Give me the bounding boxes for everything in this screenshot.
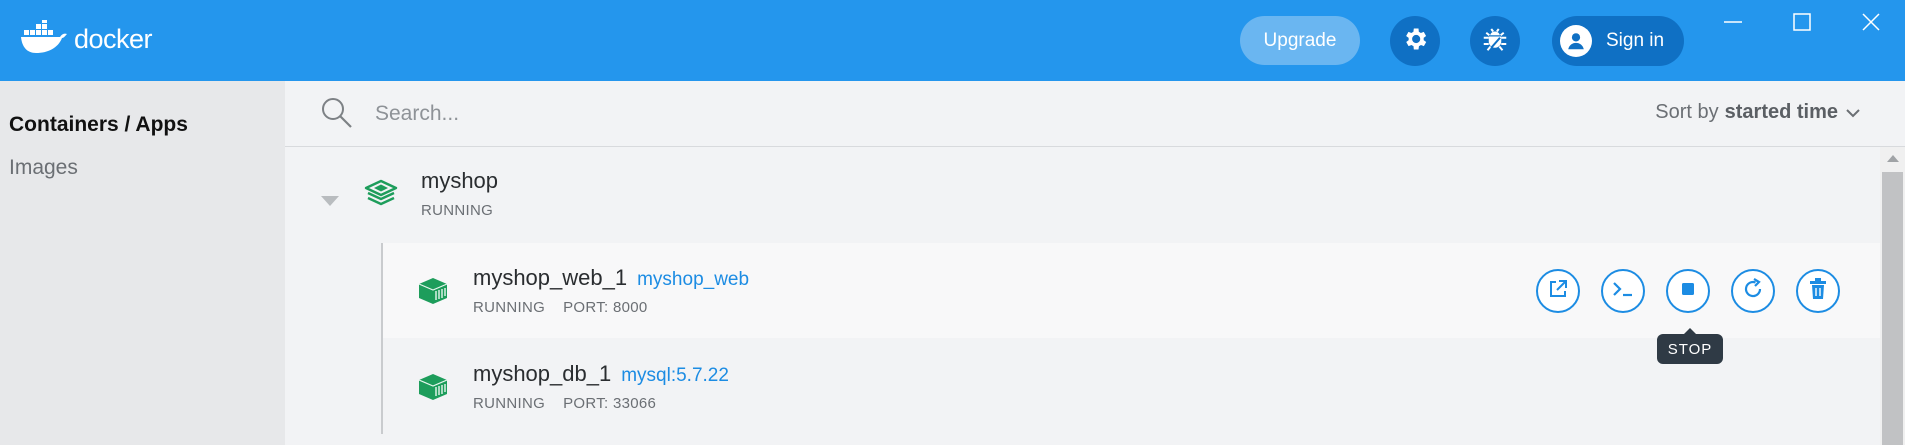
app-row-myshop[interactable]: myshop RUNNING: [285, 147, 1880, 242]
maximize-button[interactable]: [1782, 10, 1822, 38]
minimize-icon: [1724, 13, 1742, 36]
container-name: myshop_db_1: [473, 361, 612, 386]
gear-icon: [1401, 25, 1429, 58]
container-port: PORT: 8000: [563, 299, 648, 316]
sort-prefix: Sort by: [1655, 101, 1719, 123]
open-in-browser-button[interactable]: [1536, 269, 1580, 313]
docker-whale-icon: [20, 18, 68, 59]
search-input[interactable]: [373, 95, 977, 133]
container-row-myshop-web-1[interactable]: myshop_web_1 myshop_web RUNNING PORT: 8000: [383, 243, 1880, 338]
container-row-myshop-db-1[interactable]: myshop_db_1 mysql:5.7.22 RUNNING PORT: 330…: [383, 339, 1880, 434]
minimize-button[interactable]: [1713, 10, 1753, 38]
delete-button[interactable]: [1796, 269, 1840, 313]
trash-icon: [1808, 277, 1828, 305]
app-status: RUNNING: [421, 202, 494, 219]
sidebar-item-containers-apps[interactable]: Containers / Apps: [9, 113, 188, 137]
cli-icon: [1611, 280, 1635, 303]
stack-icon: [364, 179, 398, 214]
close-button[interactable]: [1851, 10, 1891, 38]
container-image-link[interactable]: mysql:5.7.22: [621, 365, 729, 386]
container-name-row: myshop_db_1 mysql:5.7.22: [473, 361, 729, 387]
restart-button[interactable]: [1731, 269, 1775, 313]
stop-icon: [1681, 282, 1695, 301]
user-icon: [1560, 25, 1592, 57]
upgrade-button[interactable]: Upgrade: [1240, 16, 1360, 65]
stop-tooltip: STOP: [1657, 328, 1723, 364]
troubleshoot-button[interactable]: [1470, 16, 1520, 66]
title-bar: docker Upgrade Sign in: [0, 0, 1905, 81]
cli-button[interactable]: [1601, 269, 1645, 313]
container-meta: RUNNING PORT: 8000: [473, 299, 648, 316]
docker-logo: docker: [20, 18, 153, 59]
container-status: RUNNING: [473, 395, 546, 412]
container-icon: [418, 277, 448, 310]
open-browser-icon: [1547, 278, 1569, 305]
restart-icon: [1741, 277, 1765, 306]
app-name: myshop: [421, 168, 499, 193]
scrollbar-thumb[interactable]: [1882, 172, 1903, 445]
logo-text: docker: [74, 24, 153, 54]
container-meta: RUNNING PORT: 33066: [473, 395, 656, 412]
search-bar: Sort by started time: [285, 81, 1905, 147]
settings-button[interactable]: [1390, 16, 1440, 66]
bug-icon: [1480, 24, 1510, 59]
search-icon: [320, 96, 354, 135]
sort-dropdown[interactable]: Sort by started time: [1655, 101, 1860, 124]
chevron-down-icon: [1846, 108, 1860, 118]
sign-in-label: Sign in: [1606, 30, 1665, 51]
sort-value: started time: [1724, 101, 1838, 123]
container-name: myshop_web_1: [473, 265, 628, 290]
stop-button[interactable]: [1666, 269, 1710, 313]
container-icon: [418, 373, 448, 406]
collapse-caret-icon[interactable]: [321, 193, 339, 211]
maximize-icon: [1793, 12, 1811, 36]
vertical-scrollbar[interactable]: [1880, 147, 1905, 445]
container-name-row: myshop_web_1 myshop_web: [473, 265, 749, 291]
sidebar-item-images[interactable]: Images: [9, 156, 78, 180]
scroll-up-arrow-icon[interactable]: [1887, 155, 1899, 162]
sign-in-button[interactable]: Sign in: [1552, 16, 1684, 66]
container-status: RUNNING: [473, 299, 546, 316]
close-icon: [1862, 12, 1880, 36]
sidebar: Containers / Apps Images: [0, 81, 285, 445]
container-port: PORT: 33066: [563, 395, 657, 412]
container-image-link[interactable]: myshop_web: [637, 269, 749, 290]
